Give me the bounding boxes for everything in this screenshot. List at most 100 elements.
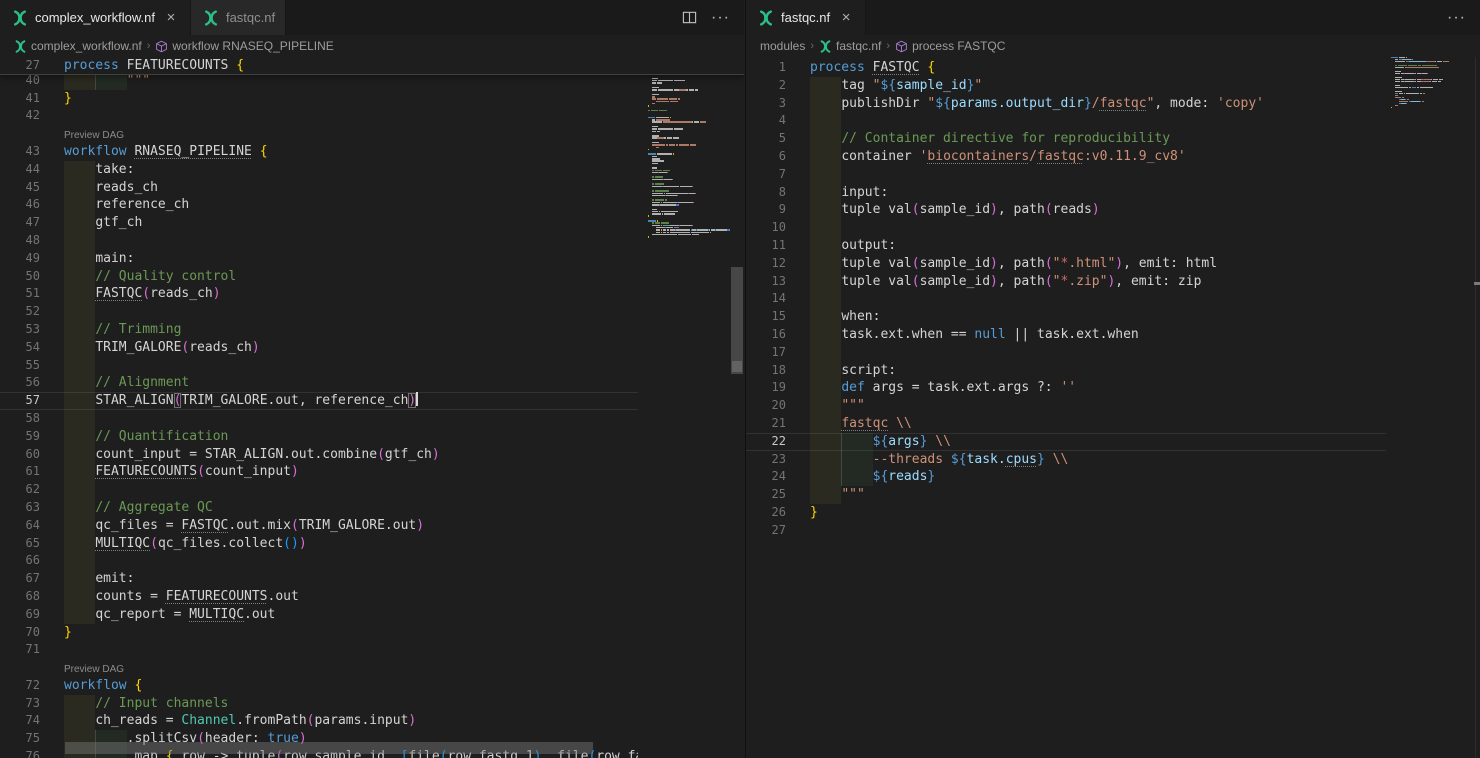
line-number: 68 xyxy=(0,588,40,606)
code-line[interactable]: 53 // Trimming xyxy=(0,321,638,339)
code-line[interactable]: 64 qc_files = FASTQC.out.mix(TRIM_GALORE… xyxy=(0,517,638,535)
code-line[interactable]: 57 STAR_ALIGN(TRIM_GALORE.out, reference… xyxy=(0,392,638,410)
code-line[interactable]: 59 // Quantification xyxy=(0,428,638,446)
code-editor-left[interactable]: 40 """41}42Preview DAG43workflow RNASEQ_… xyxy=(0,57,744,758)
code-line[interactable]: 18 script: xyxy=(746,362,1386,380)
code-line[interactable]: 25 """ xyxy=(746,486,1386,504)
tab-fastqc-nf[interactable]: fastqc.nf xyxy=(191,0,286,35)
code-line[interactable]: 65 MULTIQC(qc_files.collect()) xyxy=(0,535,638,553)
breadcrumb-item[interactable]: fastqc.nf xyxy=(819,39,881,53)
code-line-content: """ xyxy=(810,486,1386,504)
editor-actions-right: ··· xyxy=(1447,0,1466,35)
code-line[interactable]: 42 xyxy=(0,107,638,125)
tab-label: fastqc.nf xyxy=(226,10,275,25)
code-line[interactable]: 44 take: xyxy=(0,161,638,179)
code-rows-left[interactable]: 40 """41}42Preview DAG43workflow RNASEQ_… xyxy=(0,57,638,758)
code-line[interactable]: 70} xyxy=(0,624,638,642)
code-line[interactable]: 15 when: xyxy=(746,308,1386,326)
code-line[interactable]: 45 reads_ch xyxy=(0,179,638,197)
close-icon[interactable]: × xyxy=(837,10,855,25)
code-line[interactable]: 26} xyxy=(746,504,1386,522)
tab-fastqc-nf[interactable]: fastqc.nf× xyxy=(746,0,866,35)
code-line[interactable]: 2 tag "${sample_id}" xyxy=(746,77,1386,95)
code-line[interactable]: 66 xyxy=(0,552,638,570)
breadcrumb-item[interactable]: complex_workflow.nf xyxy=(14,39,142,53)
breadcrumb-item[interactable]: workflow RNASEQ_PIPELINE xyxy=(155,39,333,53)
horizontal-scrollbar-left[interactable] xyxy=(65,742,593,754)
code-line[interactable]: 7 xyxy=(746,166,1386,184)
code-token: " xyxy=(1053,256,1061,271)
scrollbar-handle-left[interactable] xyxy=(732,361,742,372)
code-line[interactable]: 69 qc_report = MULTIQC.out xyxy=(0,606,638,624)
code-line[interactable]: 56 // Alignment xyxy=(0,374,638,392)
minimap-left[interactable] xyxy=(648,57,730,758)
code-line[interactable]: 12 tuple val(sample_id), path("*.html"),… xyxy=(746,255,1386,273)
code-line[interactable]: 55 xyxy=(0,357,638,375)
code-line[interactable]: 48 xyxy=(0,232,638,250)
code-line[interactable]: 22 ${args} \\ xyxy=(746,433,1386,451)
code-token: null xyxy=(974,327,1005,342)
code-editor-right[interactable]: 1process FASTQC {2 tag "${sample_id}"3 p… xyxy=(746,57,1480,758)
code-rows-right[interactable]: 1process FASTQC {2 tag "${sample_id}"3 p… xyxy=(746,57,1386,540)
code-line[interactable]: 60 count_input = STAR_ALIGN.out.combine(… xyxy=(0,446,638,464)
code-token: task. xyxy=(967,452,1006,467)
code-line[interactable]: 62 xyxy=(0,481,638,499)
code-line[interactable]: 19 def args = task.ext.args ?: '' xyxy=(746,379,1386,397)
code-token: // Container directive for reproducibili… xyxy=(841,131,1170,146)
code-line[interactable]: 68 counts = FEATURECOUNTS.out xyxy=(0,588,638,606)
code-line[interactable]: 3 publishDir "${params.output_dir}/fastq… xyxy=(746,95,1386,113)
code-line[interactable]: 11 output: xyxy=(746,237,1386,255)
codelens-link[interactable]: Preview DAG xyxy=(64,659,124,677)
minimap-right[interactable] xyxy=(1391,57,1463,758)
code-line[interactable]: 54 TRIM_GALORE(reads_ch) xyxy=(0,339,638,357)
code-line[interactable]: 4 xyxy=(746,112,1386,130)
symbol-cube-icon xyxy=(895,40,908,53)
code-line[interactable]: 5 // Container directive for reproducibi… xyxy=(746,130,1386,148)
code-line[interactable]: 27 xyxy=(746,522,1386,540)
split-editor-button[interactable] xyxy=(682,10,697,25)
code-line[interactable]: 21 fastqc \\ xyxy=(746,415,1386,433)
code-token: ( xyxy=(1045,256,1053,271)
code-line[interactable]: 8 input: xyxy=(746,184,1386,202)
code-line[interactable]: 71 xyxy=(0,641,638,659)
line-number: 9 xyxy=(746,201,786,219)
code-line[interactable]: 14 xyxy=(746,290,1386,308)
code-line[interactable]: 17 xyxy=(746,344,1386,362)
code-token: , path xyxy=(998,274,1045,289)
breadcrumb-item[interactable]: process FASTQC xyxy=(895,39,1005,53)
code-line[interactable]: 24 ${reads} xyxy=(746,468,1386,486)
code-line[interactable]: 10 xyxy=(746,219,1386,237)
code-line[interactable]: 50 // Quality control xyxy=(0,268,638,286)
code-line[interactable]: 23 --threads ${task.cpus} \\ xyxy=(746,451,1386,469)
code-line[interactable]: 43workflow RNASEQ_PIPELINE { xyxy=(0,143,638,161)
code-line[interactable]: 41} xyxy=(0,90,638,108)
vertical-scrollbar-left[interactable] xyxy=(731,267,743,374)
more-actions-button[interactable]: ··· xyxy=(1447,9,1466,27)
code-line[interactable]: 73 // Input channels xyxy=(0,695,638,713)
code-line[interactable]: 51 FASTQC(reads_ch) xyxy=(0,285,638,303)
code-line[interactable]: 61 FEATURECOUNTS(count_input) xyxy=(0,463,638,481)
code-line[interactable]: 63 // Aggregate QC xyxy=(0,499,638,517)
code-line[interactable]: 1process FASTQC { xyxy=(746,59,1386,77)
line-number: 72 xyxy=(0,677,40,695)
code-line[interactable]: 74 ch_reads = Channel.fromPath(params.in… xyxy=(0,712,638,730)
code-line[interactable]: 49 main: xyxy=(0,250,638,268)
code-line[interactable]: 6 container 'biocontainers/fastqc:v0.11.… xyxy=(746,148,1386,166)
more-actions-button[interactable]: ··· xyxy=(711,9,730,27)
codelens-link[interactable]: Preview DAG xyxy=(64,125,124,143)
code-line[interactable]: 16 task.ext.when == null || task.ext.whe… xyxy=(746,326,1386,344)
breadcrumb-item[interactable]: modules xyxy=(760,39,805,53)
code-line[interactable]: 46 reference_ch xyxy=(0,196,638,214)
code-line[interactable]: 58 xyxy=(0,410,638,428)
code-line[interactable]: 13 tuple val(sample_id), path("*.zip"), … xyxy=(746,273,1386,291)
code-line[interactable]: 52 xyxy=(0,303,638,321)
sticky-scroll-header[interactable]: 27process FEATURECOUNTS { xyxy=(0,57,744,75)
code-line[interactable]: 9 tuple val(sample_id), path(reads) xyxy=(746,201,1386,219)
close-icon[interactable]: × xyxy=(162,10,180,25)
code-line[interactable]: 47 gtf_ch xyxy=(0,214,638,232)
code-line[interactable]: 67 emit: xyxy=(0,570,638,588)
code-line[interactable]: 20 """ xyxy=(746,397,1386,415)
code-line[interactable]: 72workflow { xyxy=(0,677,638,695)
code-token: } xyxy=(1084,96,1092,111)
tab-complex_workflow-nf[interactable]: complex_workflow.nf× xyxy=(0,0,191,35)
